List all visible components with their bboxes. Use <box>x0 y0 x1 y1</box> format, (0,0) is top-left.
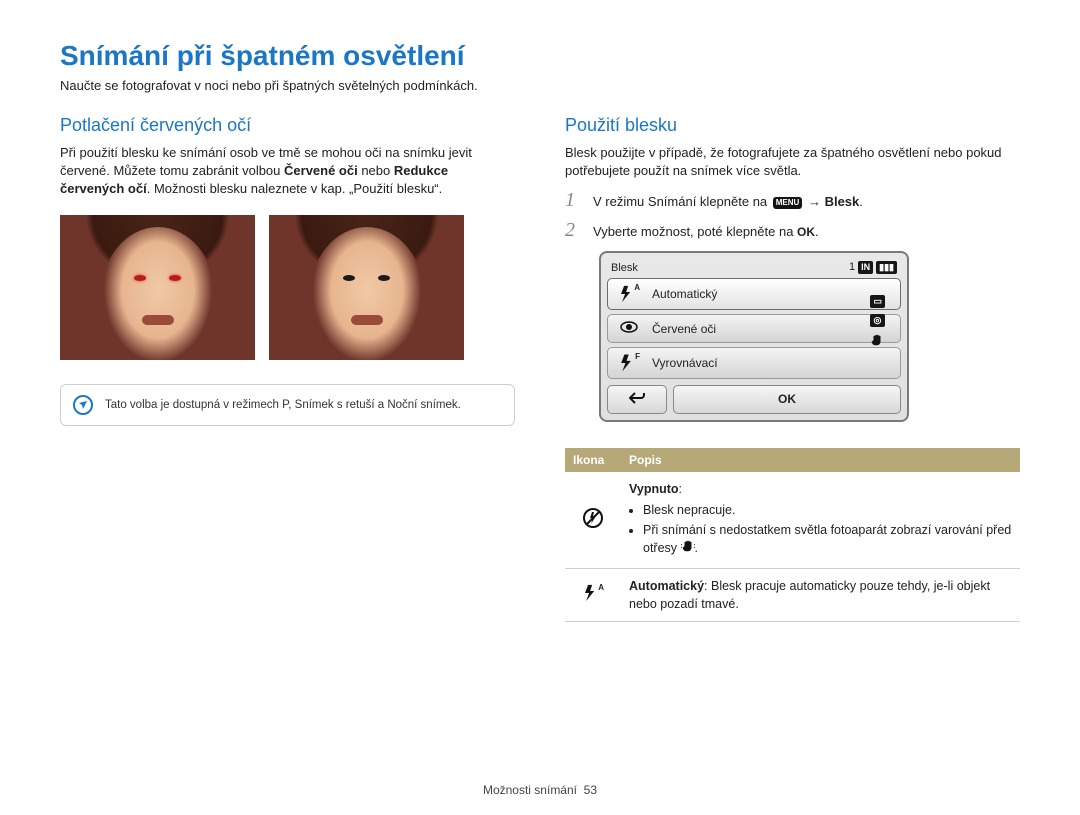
th-icon: Ikona <box>565 448 621 472</box>
example-photos <box>60 215 515 360</box>
screen-title: Blesk <box>611 262 638 274</box>
flash-auto-icon: A <box>618 285 640 303</box>
step-number-2: 2 <box>565 220 583 240</box>
info-icon <box>73 395 93 415</box>
flash-intro: Blesk použijte v případě, že fotografuje… <box>565 144 1020 180</box>
note-text: Tato volba je dostupná v režimech P, Sní… <box>105 399 461 411</box>
page-subtitle: Naučte se fotografovat v noci nebo při š… <box>60 78 1020 93</box>
side-icon-mode: ◎ <box>870 314 885 327</box>
page-footer: Možnosti snímání 53 <box>0 783 1080 797</box>
side-icon-size: ▭ <box>870 295 885 308</box>
option-fill-label: Vyrovnávací <box>652 356 718 370</box>
right-column: Použití blesku Blesk použijte v případě,… <box>565 115 1020 622</box>
back-button[interactable] <box>607 385 667 414</box>
heading-red-eye: Potlačení červených očí <box>60 115 515 136</box>
option-redeye[interactable]: Červené oči <box>607 314 901 343</box>
step2-end: . <box>815 224 819 239</box>
page-title: Snímání při špatném osvětlení <box>60 40 1020 72</box>
step-number-1: 1 <box>565 190 583 210</box>
side-icon-hand <box>870 333 885 350</box>
step1-bold: Blesk <box>825 194 860 209</box>
option-fill[interactable]: F Vyrovnávací <box>607 347 901 379</box>
photo-red-eye <box>60 215 255 360</box>
row1-bullet2: Při snímání s nedostatkem světla fotoapa… <box>643 521 1012 558</box>
screen-counter: 1 <box>849 261 855 274</box>
heading-flash: Použití blesku <box>565 115 1020 136</box>
note-box: Tato volba je dostupná v režimech P, Sní… <box>60 384 515 426</box>
left-column: Potlačení červených očí Při použití bles… <box>60 115 515 622</box>
table-row: A Automatický: Blesk pracuje automaticky… <box>565 569 1020 622</box>
row1-title: Vypnuto <box>629 482 679 496</box>
step-1: 1 V režimu Snímání klepněte na MENU → Bl… <box>565 190 1020 212</box>
step-2: 2 Vyberte možnost, poté klepněte na OK. <box>565 220 1020 242</box>
option-redeye-label: Červené oči <box>652 322 716 336</box>
step2-pre: Vyberte možnost, poté klepněte na <box>593 224 797 239</box>
para-bold1: Červené oči <box>284 163 358 178</box>
ok-button[interactable]: OK <box>673 385 901 414</box>
row2-bold: Automatický <box>629 579 704 593</box>
shake-warning-icon <box>681 539 695 558</box>
row1-bullet1: Blesk nepracuje. <box>643 501 1012 519</box>
footer-page: 53 <box>584 783 597 797</box>
para-mid: nebo <box>358 163 394 178</box>
ok-icon: OK <box>797 223 815 241</box>
step1-pre: V režimu Snímání klepněte na <box>593 194 771 209</box>
photo-corrected <box>269 215 464 360</box>
step1-end: . <box>859 194 863 209</box>
flash-off-icon <box>582 518 604 532</box>
th-desc: Popis <box>621 448 1020 472</box>
footer-label: Možnosti snímání <box>483 783 577 797</box>
para-post: . Možnosti blesku naleznete v kap. „Použ… <box>147 181 443 196</box>
option-auto-label: Automatický <box>652 287 717 301</box>
flash-options-table: Ikona Popis Vypnuto: Blesk nepracuje. <box>565 448 1020 622</box>
steps: 1 V režimu Snímání klepněte na MENU → Bl… <box>565 190 1020 241</box>
eye-icon <box>618 321 640 336</box>
red-eye-paragraph: Při použití blesku ke snímání osob ve tm… <box>60 144 515 199</box>
device-screen: Blesk 1 IN ▮▮▮ A Automatický <box>599 251 909 422</box>
status-icons: 1 IN ▮▮▮ <box>849 261 897 274</box>
flash-fill-icon: F <box>618 354 640 372</box>
flash-auto-icon: A <box>582 584 604 602</box>
option-auto[interactable]: A Automatický <box>607 278 901 310</box>
in-icon: IN <box>858 261 873 274</box>
battery-icon: ▮▮▮ <box>876 261 897 274</box>
menu-icon: MENU <box>773 197 803 209</box>
step1-arrow: → <box>808 194 821 209</box>
table-row: Vypnuto: Blesk nepracuje. Při snímání s … <box>565 472 1020 568</box>
